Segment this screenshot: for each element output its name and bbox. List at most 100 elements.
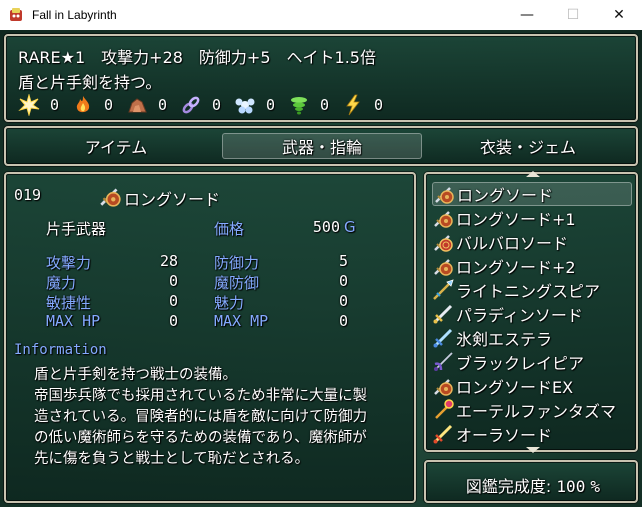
spear-icon: [433, 279, 454, 300]
rock-icon: [128, 98, 147, 113]
sword-shield-icon: [434, 259, 453, 276]
list-item[interactable]: ロングソード+1: [432, 206, 632, 230]
list-item[interactable]: バルバロソード: [432, 230, 632, 254]
resist-earth: 0: [126, 94, 170, 116]
resist-thunder: 0: [342, 94, 386, 116]
list-item-label: ロングソード+1: [456, 210, 576, 229]
mmp-label: MAX MP: [214, 312, 269, 330]
list-item-label: エーテルファンタズマ: [456, 402, 617, 421]
mhp-value: 0: [168, 312, 178, 330]
help-line-1: RARE★1 攻撃力+28 防御力+5 ヘイト1.5倍: [18, 48, 376, 67]
def-value: 5: [338, 252, 348, 270]
item-type: 片手武器: [46, 220, 107, 238]
sword-shield-icon: [434, 235, 453, 252]
item-id: 019: [14, 186, 42, 204]
game-screen: RARE★1 攻撃力+28 防御力+5 ヘイト1.5倍 盾と片手剣を持つ。 0 …: [0, 30, 642, 507]
completion-label: 図鑑完成度:: [465, 477, 552, 496]
mdf-value: 0: [338, 272, 348, 290]
resist-value: 0: [104, 96, 114, 114]
list-item[interactable]: ロングソードEX: [432, 374, 632, 398]
luk-value: 0: [338, 292, 348, 310]
completion-unit: %: [590, 477, 601, 496]
list-item-label: ライトニングスピア: [456, 282, 601, 301]
list-item[interactable]: ロングソード+2: [432, 254, 632, 278]
help-line-2: 盾と片手剣を持つ。: [18, 73, 162, 92]
resist-value: 0: [50, 96, 60, 114]
currency-unit: G: [344, 218, 356, 236]
list-item-label: パラディンソード: [456, 306, 583, 325]
resist-bind: 0: [180, 94, 224, 116]
mat-value: 0: [168, 272, 178, 290]
maximize-button[interactable]: ☐: [550, 0, 596, 30]
ice-sword-icon: [433, 328, 453, 348]
info-heading: Information: [14, 342, 107, 358]
mdf-label: 魔防御: [214, 274, 260, 292]
def-label: 防御力: [214, 254, 260, 272]
list-item-label: ブラックレイピア: [456, 354, 585, 373]
sword-shield-icon: [434, 211, 453, 228]
list-item[interactable]: 氷剣エステラ: [432, 326, 632, 350]
resist-value: 0: [320, 96, 330, 114]
sword-icon: [433, 304, 453, 324]
close-button[interactable]: ✕: [596, 0, 642, 30]
info-line: 造されている。冒険者的には盾を敵に向けて防御力: [34, 409, 368, 425]
list-item-label: 氷剣エステラ: [456, 330, 553, 349]
list-item[interactable]: ロングソード: [432, 182, 632, 206]
sword-shield-icon: [434, 379, 453, 396]
help-window: RARE★1 攻撃力+28 防御力+5 ヘイト1.5倍 盾と片手剣を持つ。 0 …: [4, 34, 638, 122]
list-item-label: ロングソード+2: [456, 258, 576, 277]
list-item-label: ロングソード: [457, 186, 554, 205]
mhp-label: MAX HP: [46, 312, 101, 330]
tab-items[interactable]: アイテム: [16, 133, 216, 159]
agi-value: 0: [168, 292, 178, 310]
wind-icon: [291, 97, 307, 115]
resist-wind: 0: [288, 94, 332, 116]
mat-label: 魔力: [46, 274, 77, 292]
info-line: の低い魔術師らを守るための装備であり、魔術師が: [34, 430, 367, 446]
scroll-down-arrow[interactable]: [526, 447, 540, 453]
chain-icon: [182, 96, 200, 114]
sword-icon: [433, 424, 453, 444]
tab-costumes-gems[interactable]: 衣装・ジェム: [428, 133, 628, 159]
app-icon: [10, 8, 22, 21]
resist-value: 0: [212, 96, 222, 114]
list-item[interactable]: オーラソード: [432, 422, 632, 446]
completion-text: 図鑑完成度: 100 %: [426, 473, 640, 497]
item-name: ロングソード: [124, 190, 221, 209]
resist-ice: 0: [234, 94, 278, 116]
completion-window: 図鑑完成度: 100 %: [424, 460, 638, 503]
category-window: アイテム 武器・指輪 衣装・ジェム: [4, 126, 638, 166]
window-title: Fall in Labyrinth: [32, 8, 117, 22]
burst-icon: [18, 94, 40, 116]
list-item-label: バルバロソード: [456, 234, 569, 253]
item-detail-window: 019 ロングソード 片手武器 価格 500 G 攻撃力 28 防御力 5 魔力…: [4, 172, 416, 503]
price-value: 500: [312, 218, 340, 236]
list-item[interactable]: パラディンソード: [432, 302, 632, 326]
list-item[interactable]: ブラックレイピア: [432, 350, 632, 374]
resistance-row: 0 0 0 0 0 0 0: [18, 94, 396, 116]
window-titlebar: Fall in Labyrinth — ☐ ✕: [0, 0, 642, 30]
fire-icon: [76, 96, 90, 113]
resist-value: 0: [266, 96, 276, 114]
mmp-value: 0: [338, 312, 348, 330]
info-line: 先に傷を負うと戦士として恥だとされる。: [34, 451, 310, 467]
staff-icon: [435, 399, 454, 419]
lightning-icon: [346, 94, 360, 116]
resist-value: 0: [158, 96, 168, 114]
info-line: 帝国歩兵隊でも採用されているため非常に大量に製: [34, 388, 368, 404]
tab-weapons-rings[interactable]: 武器・指輪: [222, 133, 422, 159]
sword-shield-icon: [435, 187, 454, 204]
sword-shield-icon: [100, 188, 121, 207]
minimize-button[interactable]: —: [504, 0, 550, 30]
completion-value: 100: [556, 477, 586, 496]
info-line: 盾と片手剣を持つ戦士の装備。: [34, 367, 237, 383]
list-item[interactable]: ライトニングスピア: [432, 278, 632, 302]
agi-label: 敏捷性: [46, 294, 92, 312]
luk-label: 魅力: [214, 294, 245, 312]
resist-fire: 0: [72, 94, 116, 116]
resist-value: 0: [374, 96, 384, 114]
atk-value: 28: [159, 252, 178, 270]
list-item[interactable]: エーテルファンタズマ: [432, 398, 632, 422]
list-item-label: ロングソードEX: [456, 378, 574, 397]
scroll-up-arrow[interactable]: [526, 171, 540, 177]
